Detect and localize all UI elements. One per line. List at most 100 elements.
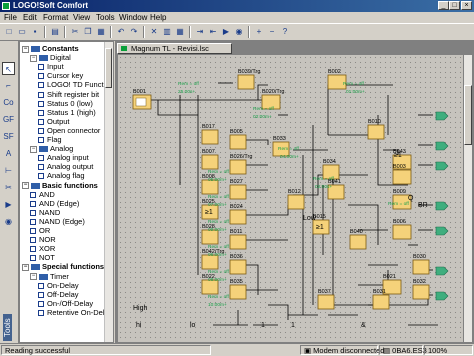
scissors-tool-icon[interactable]: ✂ <box>2 181 15 194</box>
grid-icon[interactable]: ▦ <box>174 26 186 38</box>
tree-item[interactable]: − Special functions <box>22 262 104 271</box>
select-tool-icon[interactable]: ↖ <box>2 62 15 75</box>
undo-icon[interactable]: ↶ <box>115 26 127 38</box>
help-icon[interactable]: ? <box>279 26 291 38</box>
align-icon[interactable]: ▥ <box>161 26 173 38</box>
device-status: ▤ 0BA6.ES3 <box>379 345 427 355</box>
split-tool-icon[interactable]: ⊢ <box>2 164 15 177</box>
simulate-tool-icon[interactable]: ▶ <box>2 198 15 211</box>
tree-item[interactable]: NAND <box>30 208 60 217</box>
modem-icon: ▣ <box>304 346 314 355</box>
connect-tool-icon[interactable]: ⌐ <box>2 79 15 92</box>
gf-tool-icon[interactable]: GF <box>2 113 15 126</box>
tree-item-label: Timer <box>50 271 69 281</box>
tree-item[interactable]: Output <box>38 117 70 126</box>
tree-item[interactable]: On-/Off-Delay <box>38 299 93 308</box>
menu-tools[interactable]: Tools <box>96 13 115 22</box>
logo-to-pc-icon[interactable]: ⇤ <box>207 26 219 38</box>
zoom-in-icon[interactable]: + <box>253 26 265 38</box>
tree-item-label: Basic functions <box>42 180 98 190</box>
tree-item[interactable]: − Constants <box>22 44 79 53</box>
copy-icon[interactable]: ❐ <box>82 26 94 38</box>
tree-item[interactable]: Input <box>38 62 64 71</box>
tree-item[interactable]: Analog input <box>38 153 89 162</box>
tree-scrollbar[interactable] <box>104 42 113 342</box>
tree-item[interactable]: Analog output <box>38 162 93 171</box>
canvas-scroll-thumb[interactable] <box>464 85 472 145</box>
remanence-label: 08:00m+ <box>208 277 227 283</box>
remanence-label: Rem = off <box>208 269 230 275</box>
block-icon <box>30 209 36 216</box>
collapse-icon[interactable]: − <box>22 182 29 190</box>
tree-item-label: Output <box>47 116 70 126</box>
save-icon[interactable]: ▪ <box>29 26 41 38</box>
tree-scroll-thumb[interactable] <box>105 48 112 88</box>
redo-icon[interactable]: ↷ <box>128 26 140 38</box>
online-test-icon[interactable]: ◉ <box>233 26 245 38</box>
text-tool-icon[interactable]: A <box>2 147 15 160</box>
block-icon <box>38 309 44 316</box>
canvas-scrollbar[interactable] <box>464 55 472 342</box>
tree-item[interactable]: − Analog <box>30 144 73 153</box>
tree-item[interactable]: − Basic functions <box>22 181 98 190</box>
tree-item[interactable]: AND <box>30 190 55 199</box>
tree-item[interactable]: − Timer <box>30 272 69 281</box>
tree-item[interactable]: NOR <box>30 235 56 244</box>
open-folder-icon[interactable]: ▭ <box>16 26 28 38</box>
tree-item[interactable]: NOT <box>30 253 55 262</box>
menu-window[interactable]: Window <box>119 13 147 22</box>
block-id-label: B005 <box>230 129 243 135</box>
zoom-out-icon[interactable]: − <box>266 26 278 38</box>
circuit-canvas[interactable]: B001 B039/Trg B020/Trg B002 B017 B007 B008 B025… <box>118 55 463 342</box>
tree-item[interactable]: AND (Edge) <box>30 199 79 208</box>
tree-item-label: Status 0 (low) <box>47 98 93 108</box>
tree-item[interactable]: XOR <box>30 244 55 253</box>
menu-edit[interactable]: Edit <box>23 13 37 22</box>
remanence-label: 04:00m+ <box>280 154 299 160</box>
tree-item[interactable]: Flag <box>38 135 62 144</box>
new-file-icon[interactable]: □ <box>3 26 15 38</box>
delete-icon[interactable]: ✕ <box>148 26 160 38</box>
minimize-button[interactable]: _ <box>438 1 449 10</box>
document-tab[interactable]: Magnum TL - Revisi.lsc <box>117 43 232 54</box>
tree-item[interactable]: Open connector <box>38 126 100 135</box>
tree-item[interactable]: Retentive On-Del <box>38 308 105 317</box>
toolbar-separator <box>110 26 112 38</box>
tree-item[interactable]: Status 0 (low) <box>38 99 93 108</box>
tree-item[interactable]: LOGO! TD Functio <box>38 80 109 89</box>
menu-view[interactable]: View <box>73 13 90 22</box>
simulation-icon[interactable]: ▶ <box>220 26 232 38</box>
collapse-icon[interactable]: − <box>30 54 37 62</box>
menu-help[interactable]: Help <box>150 13 166 22</box>
cut-icon[interactable]: ✂ <box>69 26 81 38</box>
tree-item[interactable]: OR <box>30 226 50 235</box>
collapse-icon[interactable]: − <box>22 263 29 271</box>
collapse-icon[interactable]: − <box>30 145 37 153</box>
close-button[interactable]: × <box>461 1 472 10</box>
menu-file[interactable]: File <box>4 13 17 22</box>
tree-item[interactable]: On-Delay <box>38 281 79 290</box>
tree-item-label: Special functions <box>42 262 105 272</box>
constants-tool-icon[interactable]: Co <box>2 96 15 109</box>
paste-icon[interactable]: ▦ <box>95 26 107 38</box>
tree-item[interactable]: Shift register bit <box>38 90 99 99</box>
print-icon[interactable]: ▤ <box>49 26 61 38</box>
tree-item[interactable]: Cursor key <box>38 71 83 80</box>
tree-item[interactable]: NAND (Edge) <box>30 217 85 226</box>
wire <box>327 84 348 135</box>
remanence-label: Rem = off <box>343 81 365 87</box>
online-tool-icon[interactable]: ◉ <box>2 215 15 228</box>
tree-item[interactable]: Analog flag <box>38 171 85 180</box>
tree-item[interactable]: Off-Delay <box>38 290 79 299</box>
pc-to-logo-icon[interactable]: ⇥ <box>194 26 206 38</box>
tree-item[interactable]: Status 1 (high) <box>38 108 96 117</box>
block-symbol: ≥1 <box>205 209 213 216</box>
menu-format[interactable]: Format <box>43 13 68 22</box>
maximize-button[interactable]: □ <box>449 1 460 10</box>
diagram-text: 1 <box>261 322 265 329</box>
collapse-icon[interactable]: − <box>22 45 29 53</box>
sf-tool-icon[interactable]: SF <box>2 130 15 143</box>
tree-item[interactable]: − Digital <box>30 53 71 62</box>
collapse-icon[interactable]: − <box>30 273 37 281</box>
block-id-label: B030 <box>413 254 426 260</box>
